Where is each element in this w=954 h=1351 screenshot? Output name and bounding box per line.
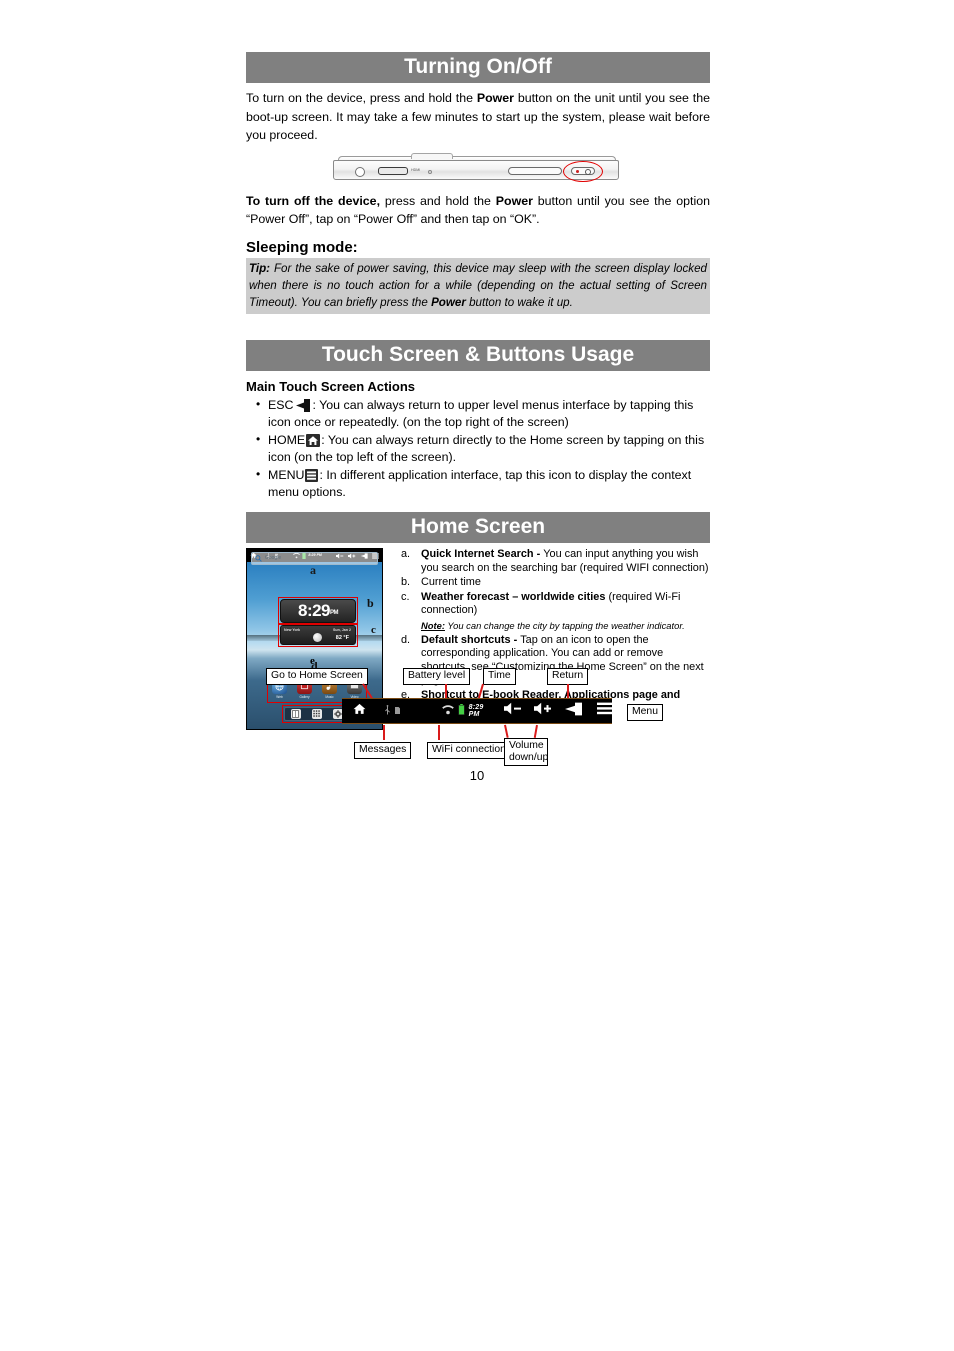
back-arrow-icon: [294, 398, 311, 412]
touch-actions-list: ESC: You can always return to upper leve…: [246, 396, 710, 502]
home-label: HOME: [268, 432, 306, 447]
back-arrow-icon[interactable]: [564, 702, 583, 721]
main-touch-actions-heading: Main Touch Screen Actions: [246, 378, 416, 394]
legend-marker: b.: [401, 576, 411, 589]
legend-item-a: a. Quick Internet Search - You can input…: [398, 548, 710, 575]
turn-off-paragraph: To turn off the device, press and hold t…: [246, 192, 710, 229]
page-content: Turning On/Off To turn on the device, pr…: [246, 52, 710, 730]
weather-condition-icon: [313, 632, 322, 642]
battery-icon: [458, 702, 465, 720]
leader-line-volume-down: [504, 724, 509, 738]
search-placeholder-text: Google: [265, 555, 282, 562]
home-icon: [306, 433, 321, 447]
page-number: 10: [469, 768, 485, 783]
status-bar-time: 8:29 PM: [468, 704, 484, 718]
turn-on-text-pre: To turn on the device, press and hold th…: [246, 91, 477, 105]
card-slot-icon: [508, 166, 562, 175]
menu-list-icon[interactable]: [596, 702, 612, 720]
usb-messages-icon: [384, 702, 391, 720]
home-icon[interactable]: [353, 702, 366, 720]
power-bold-1: Power: [476, 91, 514, 105]
clock-ampm-text: PM: [330, 609, 339, 616]
menu-text: : In different application interface, ta…: [268, 467, 692, 500]
clock-time-text: 8:29: [297, 600, 331, 620]
callout-volume: Volume down/up: [504, 738, 548, 766]
callout-letter-e: e: [310, 655, 315, 667]
weather-temperature: 82 °F: [335, 634, 349, 641]
legend-marker: d.: [401, 633, 411, 646]
headphone-jack-icon: [355, 166, 365, 177]
legend-item-c: c. Weather forecast – worldwide cities (…: [398, 591, 710, 633]
callout-volume-line2: down/up: [509, 751, 549, 763]
tip-power-bold: Power: [431, 295, 466, 309]
callout-volume-line1: Volume: [509, 740, 544, 751]
volume-up-icon[interactable]: [534, 702, 552, 720]
list-item: ESC: You can always return to upper leve…: [246, 396, 710, 432]
search-icon: [255, 549, 262, 567]
callout-menu: Menu: [627, 704, 663, 722]
turn-off-text-mid: press and hold the: [380, 193, 496, 208]
callout-battery-level: Battery level: [403, 668, 471, 686]
legend-bold: Quick Internet Search -: [421, 547, 544, 560]
legend-note: Note: You can change the city by tapping…: [421, 619, 710, 633]
leader-line-volume-up: [533, 724, 538, 738]
tip-label: Tip:: [249, 261, 271, 275]
sdcard-icon: [394, 702, 401, 720]
legend-item-b: b. Current time: [398, 576, 710, 590]
menu-label: MENU: [268, 467, 305, 482]
callout-time: Time: [483, 668, 516, 686]
legend-bold: Default shortcuts -: [421, 633, 521, 646]
callout-wifi-connection: WiFi connection: [427, 742, 511, 760]
status-bar-callout-diagram: e Go to Home Screen Battery level Time R…: [246, 655, 716, 772]
leader-line-wifi: [438, 725, 440, 740]
weather-city: New York: [284, 627, 301, 632]
clock-widget[interactable]: 8:29PM: [280, 598, 356, 623]
power-button-highlight-circle: [563, 160, 603, 182]
turn-on-paragraph: To turn on the device, press and hold th…: [246, 89, 710, 145]
device-side-photo: HDMI: [333, 152, 623, 186]
note-label: Note:: [421, 619, 445, 631]
legend-marker: a.: [401, 547, 411, 560]
legend-marker: c.: [401, 590, 410, 603]
esc-text: : You can always return to upper level m…: [268, 397, 694, 430]
home-text: : You can always return directly to the …: [268, 432, 705, 465]
weather-date: Sun, Jan 2: [333, 627, 351, 632]
hdmi-port-label: HDMI: [411, 167, 421, 172]
note-text: You can change the city by tapping the w…: [444, 619, 685, 631]
legend-text: Current time: [421, 576, 481, 589]
legend-bold: Weather forecast – worldwide cities: [421, 590, 609, 603]
section-header-home-screen: Home Screen: [246, 511, 710, 543]
reset-pinhole-icon: [428, 169, 432, 174]
manual-page: Turning On/Off To turn on the device, pr…: [0, 0, 954, 1351]
hdmi-port-icon: [378, 166, 408, 175]
sleeping-mode-tip-box: Tip: For the sake of power saving, this …: [246, 257, 710, 314]
weather-widget[interactable]: New York Sun, Jan 2 82 °F: [280, 624, 356, 645]
volume-down-icon[interactable]: [503, 702, 522, 720]
callout-return: Return: [547, 668, 589, 686]
list-item: HOME: You can always return directly to …: [246, 431, 710, 467]
callout-letter-a: a: [310, 562, 316, 577]
device-notch: [411, 152, 453, 159]
menu-list-icon: [305, 468, 319, 482]
callout-letter-b: b: [367, 595, 374, 610]
section-header-touch-screen: Touch Screen & Buttons Usage: [246, 339, 710, 371]
callout-letter-c: c: [371, 623, 376, 636]
sleeping-mode-heading: Sleeping mode:: [246, 238, 358, 256]
section-header-turning-on-off: Turning On/Off: [246, 52, 710, 83]
turn-off-bold-lead: To turn off the device,: [246, 193, 381, 208]
status-bar-reference-image: 8:29 PM: [342, 698, 612, 724]
tip-text-2: button to wake it up.: [465, 295, 573, 309]
callout-messages: Messages: [354, 742, 412, 760]
power-bold-2: Power: [495, 193, 533, 208]
leader-line-messages: [383, 725, 385, 740]
callout-go-to-home-screen: Go to Home Screen: [266, 668, 368, 686]
clock-widget-time: 8:29PM: [281, 601, 355, 621]
wifi-icon: [442, 702, 455, 720]
esc-label: ESC: [268, 397, 294, 412]
list-item: MENU: In different application interface…: [246, 466, 710, 502]
